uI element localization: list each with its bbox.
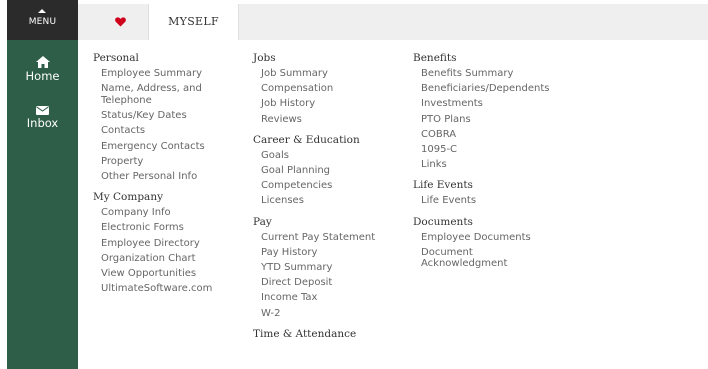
- link-pay-history[interactable]: Pay History: [261, 245, 403, 260]
- menu-button[interactable]: MENU: [7, 0, 78, 40]
- link-job-summary[interactable]: Job Summary: [261, 66, 403, 81]
- section-my-company: My Company Company Info Electronic Forms…: [93, 190, 243, 296]
- left-sidebar: MENU Home Inbox: [7, 0, 78, 369]
- link-ytd-summary[interactable]: YTD Summary: [261, 260, 403, 275]
- menu-column-3: Benefits Benefits Summary Beneficiaries/…: [413, 51, 573, 278]
- link-electronic-forms[interactable]: Electronic Forms: [101, 220, 243, 235]
- link-current-pay-statement[interactable]: Current Pay Statement: [261, 230, 403, 245]
- section-career-education: Career & Education Goals Goal Planning C…: [253, 133, 403, 209]
- section-heading: Jobs: [253, 52, 276, 64]
- sidebar-item-label: Home: [25, 69, 60, 83]
- link-1095c[interactable]: 1095-C: [421, 142, 573, 157]
- envelope-icon: [36, 106, 49, 115]
- link-name-address-telephone[interactable]: Name, Address, and Telephone: [101, 81, 243, 108]
- section-heading: Career & Education: [253, 133, 360, 146]
- section-pay: Pay Current Pay Statement Pay History YT…: [253, 215, 403, 321]
- link-status-key-dates[interactable]: Status/Key Dates: [101, 108, 243, 123]
- link-life-events[interactable]: Life Events: [421, 193, 573, 208]
- link-document-acknowledgment[interactable]: Document Acknowledgment: [421, 245, 507, 272]
- section-heading: Personal: [93, 52, 139, 64]
- link-property[interactable]: Property: [101, 154, 243, 169]
- link-contacts[interactable]: Contacts: [101, 123, 243, 138]
- section-personal: Personal Employee Summary Name, Address,…: [93, 51, 243, 184]
- tab-favorites[interactable]: [92, 4, 148, 40]
- tab-bar: MYSELF: [78, 4, 708, 40]
- link-goal-planning[interactable]: Goal Planning: [261, 163, 403, 178]
- section-heading: Life Events: [413, 179, 473, 192]
- link-other-personal-info[interactable]: Other Personal Info: [101, 169, 243, 184]
- section-heading: Documents: [413, 215, 473, 228]
- link-income-tax[interactable]: Income Tax: [261, 290, 403, 305]
- link-pto-plans[interactable]: PTO Plans: [421, 112, 573, 127]
- section-heading: Pay: [253, 215, 272, 228]
- link-view-opportunities[interactable]: View Opportunities: [101, 266, 243, 281]
- link-employee-summary[interactable]: Employee Summary: [101, 66, 243, 81]
- link-company-info[interactable]: Company Info: [101, 205, 243, 220]
- link-ultimatesoftware[interactable]: UltimateSoftware.com: [101, 281, 243, 296]
- link-investments[interactable]: Investments: [421, 96, 573, 111]
- link-job-history[interactable]: Job History: [261, 96, 403, 111]
- link-emergency-contacts[interactable]: Emergency Contacts: [101, 139, 243, 154]
- sidebar-item-label: Inbox: [26, 116, 59, 130]
- link-reviews[interactable]: Reviews: [261, 112, 403, 127]
- section-jobs: Jobs Job Summary Compensation Job Histor…: [253, 51, 403, 127]
- menu-label: MENU: [28, 17, 57, 27]
- menu-column-1: Personal Employee Summary Name, Address,…: [93, 51, 243, 302]
- section-documents: Documents Employee Documents Document Ac…: [413, 215, 573, 272]
- section-life-events: Life Events Life Events: [413, 178, 573, 208]
- link-employee-directory[interactable]: Employee Directory: [101, 236, 243, 251]
- link-goals[interactable]: Goals: [261, 148, 403, 163]
- sidebar-item-inbox[interactable]: Inbox: [7, 106, 78, 130]
- link-competencies[interactable]: Competencies: [261, 178, 403, 193]
- link-beneficiaries-dependents[interactable]: Beneficiaries/Dependents: [421, 81, 573, 96]
- sidebar-item-home[interactable]: Home: [7, 56, 78, 83]
- link-cobra[interactable]: COBRA: [421, 127, 573, 142]
- section-heading: My Company: [93, 191, 164, 204]
- tab-myself[interactable]: MYSELF: [148, 4, 239, 40]
- section-heading: Benefits: [413, 52, 457, 64]
- link-licenses[interactable]: Licenses: [261, 193, 403, 208]
- heart-icon: [115, 17, 126, 27]
- home-icon: [35, 56, 50, 68]
- link-compensation[interactable]: Compensation: [261, 81, 403, 96]
- link-links[interactable]: Links: [421, 157, 573, 172]
- caret-up-icon: [38, 9, 46, 13]
- link-w2[interactable]: W-2: [261, 306, 403, 321]
- section-heading: Time & Attendance: [253, 327, 357, 340]
- link-organization-chart[interactable]: Organization Chart: [101, 251, 243, 266]
- section-benefits: Benefits Benefits Summary Beneficiaries/…: [413, 51, 573, 172]
- link-benefits-summary[interactable]: Benefits Summary: [421, 66, 573, 81]
- menu-column-2: Jobs Job Summary Compensation Job Histor…: [253, 51, 403, 348]
- link-direct-deposit[interactable]: Direct Deposit: [261, 275, 403, 290]
- section-time-attendance: Time & Attendance: [253, 327, 403, 342]
- link-employee-documents[interactable]: Employee Documents: [421, 230, 573, 245]
